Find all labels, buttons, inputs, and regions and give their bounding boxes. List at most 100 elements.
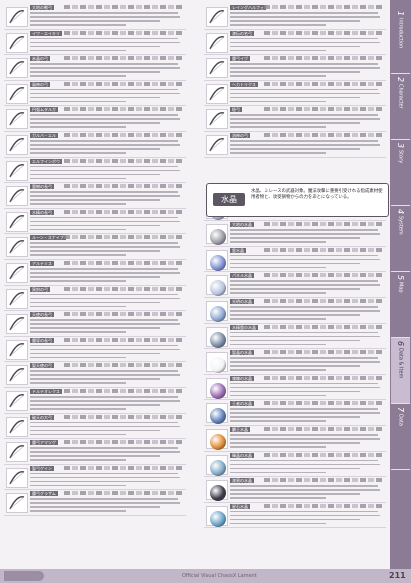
stat-header-row bbox=[64, 81, 184, 86]
description-text-line bbox=[230, 433, 378, 436]
chapter-tab[interactable]: 6 Data & Item bbox=[391, 338, 410, 404]
description-text-line bbox=[230, 445, 326, 448]
bow-icon bbox=[6, 365, 28, 386]
bow-entry: 冥府の弓 bbox=[4, 286, 186, 312]
description-text-line bbox=[230, 88, 378, 91]
chapter-tab[interactable]: 7 Data bbox=[391, 404, 410, 470]
description-text-line bbox=[30, 319, 178, 321]
description-text-line bbox=[30, 151, 126, 154]
description-text-line bbox=[230, 254, 378, 257]
description-text-line bbox=[230, 151, 326, 154]
bow-icon bbox=[6, 58, 28, 79]
crystal-entry: 霊水晶 bbox=[204, 247, 386, 273]
chapter-number: 6 bbox=[396, 341, 405, 347]
crystal-note-box: 水晶 水晶、ミレースの武器対象。魔法攻撃に重要引受けれる指成素材使用者物と、攻受… bbox=[206, 183, 389, 217]
description-text-line bbox=[230, 114, 378, 116]
crystal-icon bbox=[206, 403, 228, 425]
stat-header-row bbox=[64, 209, 184, 214]
chapter-tab[interactable]: 2 Character bbox=[391, 74, 410, 140]
bow-icon bbox=[6, 493, 28, 514]
chapter-number: 5 bbox=[396, 275, 405, 281]
description-text-line bbox=[30, 63, 178, 65]
description-text-line bbox=[230, 71, 360, 73]
description-text-line bbox=[230, 331, 378, 334]
bow-entry: ルーン・スナイプ bbox=[4, 234, 186, 260]
chapter-number: 4 bbox=[396, 209, 405, 215]
description-text-line bbox=[30, 370, 178, 372]
description-text-line bbox=[30, 421, 178, 424]
stat-header-row bbox=[64, 5, 184, 9]
chapter-label: Map bbox=[397, 282, 404, 293]
description-text-line bbox=[230, 292, 326, 294]
description-text-line bbox=[230, 45, 360, 48]
stat-header-row bbox=[264, 56, 384, 61]
description-text-line bbox=[230, 41, 380, 44]
bow-entry: 魔弓イヴ bbox=[204, 55, 386, 81]
description-text-line bbox=[30, 498, 178, 500]
bow-icon bbox=[206, 109, 228, 130]
item-name: 水精の長弓 bbox=[30, 209, 54, 215]
chapter-tab[interactable]: 1 Introduction bbox=[391, 8, 410, 74]
description-text-line bbox=[230, 471, 326, 474]
stat-header-row bbox=[264, 81, 384, 86]
description-text-line bbox=[230, 96, 360, 99]
description-text-line bbox=[230, 416, 360, 418]
chapter-tab[interactable]: 3 Story bbox=[391, 140, 410, 206]
description-text-line bbox=[30, 49, 126, 52]
bow-entry: 霊樹の長弓 bbox=[4, 183, 186, 209]
description-text-line bbox=[230, 510, 378, 513]
description-text-line bbox=[30, 16, 180, 18]
description-text-line bbox=[230, 313, 360, 316]
item-name: パネル水晶 bbox=[230, 273, 254, 279]
chapter-number: 1 bbox=[396, 11, 405, 17]
description-text-line bbox=[230, 420, 326, 422]
chapter-tab[interactable]: 4 System bbox=[391, 206, 410, 272]
stat-header-row bbox=[64, 414, 184, 419]
crystal-entry: 覇王水晶 bbox=[204, 426, 386, 452]
description-text-line bbox=[30, 41, 180, 44]
chapter-tab[interactable]: 5 Map bbox=[391, 272, 410, 338]
description-text-line bbox=[230, 386, 380, 389]
description-text-line bbox=[230, 467, 360, 470]
description-text-line bbox=[230, 233, 380, 235]
description-text-line bbox=[230, 317, 326, 320]
crystal-entry: 輝晶の水晶 bbox=[204, 452, 386, 478]
stat-header-row bbox=[264, 132, 384, 137]
stat-header-row bbox=[264, 107, 384, 112]
description-text-line bbox=[30, 12, 178, 14]
description-text-line bbox=[30, 37, 178, 40]
bow-icon bbox=[6, 442, 28, 463]
description-text-line bbox=[30, 20, 160, 22]
description-text-line bbox=[230, 390, 360, 393]
description-text-line bbox=[230, 335, 380, 338]
bow-entry: 大地の戦弓 bbox=[4, 4, 186, 30]
bow-icon bbox=[6, 7, 28, 27]
bow-icon bbox=[6, 467, 28, 488]
item-name: ガルバ・エル bbox=[30, 132, 58, 138]
bow-entry: 天使の長弓 bbox=[4, 311, 186, 337]
description-text-line bbox=[230, 357, 378, 359]
description-text-line bbox=[230, 518, 360, 521]
crystal-icon bbox=[206, 300, 228, 322]
stat-header-row bbox=[64, 465, 184, 470]
description-text-line bbox=[230, 522, 326, 525]
chapter-label: Introduction bbox=[397, 18, 404, 49]
description-text-line bbox=[30, 344, 178, 347]
stat-header-row bbox=[264, 375, 384, 380]
description-text-line bbox=[30, 114, 178, 116]
description-text-line bbox=[30, 122, 160, 124]
description-text-line bbox=[30, 293, 178, 296]
item-name: 天使の長弓 bbox=[30, 312, 54, 318]
description-text-line bbox=[30, 177, 126, 180]
description-text-line bbox=[30, 510, 126, 512]
stat-header-row bbox=[264, 452, 384, 457]
description-text-line bbox=[230, 24, 326, 26]
stat-header-row bbox=[264, 350, 384, 355]
bow-entry: 破天の大弓 bbox=[4, 414, 186, 440]
description-text-line bbox=[230, 143, 380, 146]
stat-header-row bbox=[64, 363, 184, 368]
description-text-line bbox=[30, 24, 126, 26]
stat-header-row bbox=[264, 298, 384, 303]
bow-entry: ドルテオレクス bbox=[4, 388, 186, 414]
chapter-number: 2 bbox=[396, 77, 405, 83]
